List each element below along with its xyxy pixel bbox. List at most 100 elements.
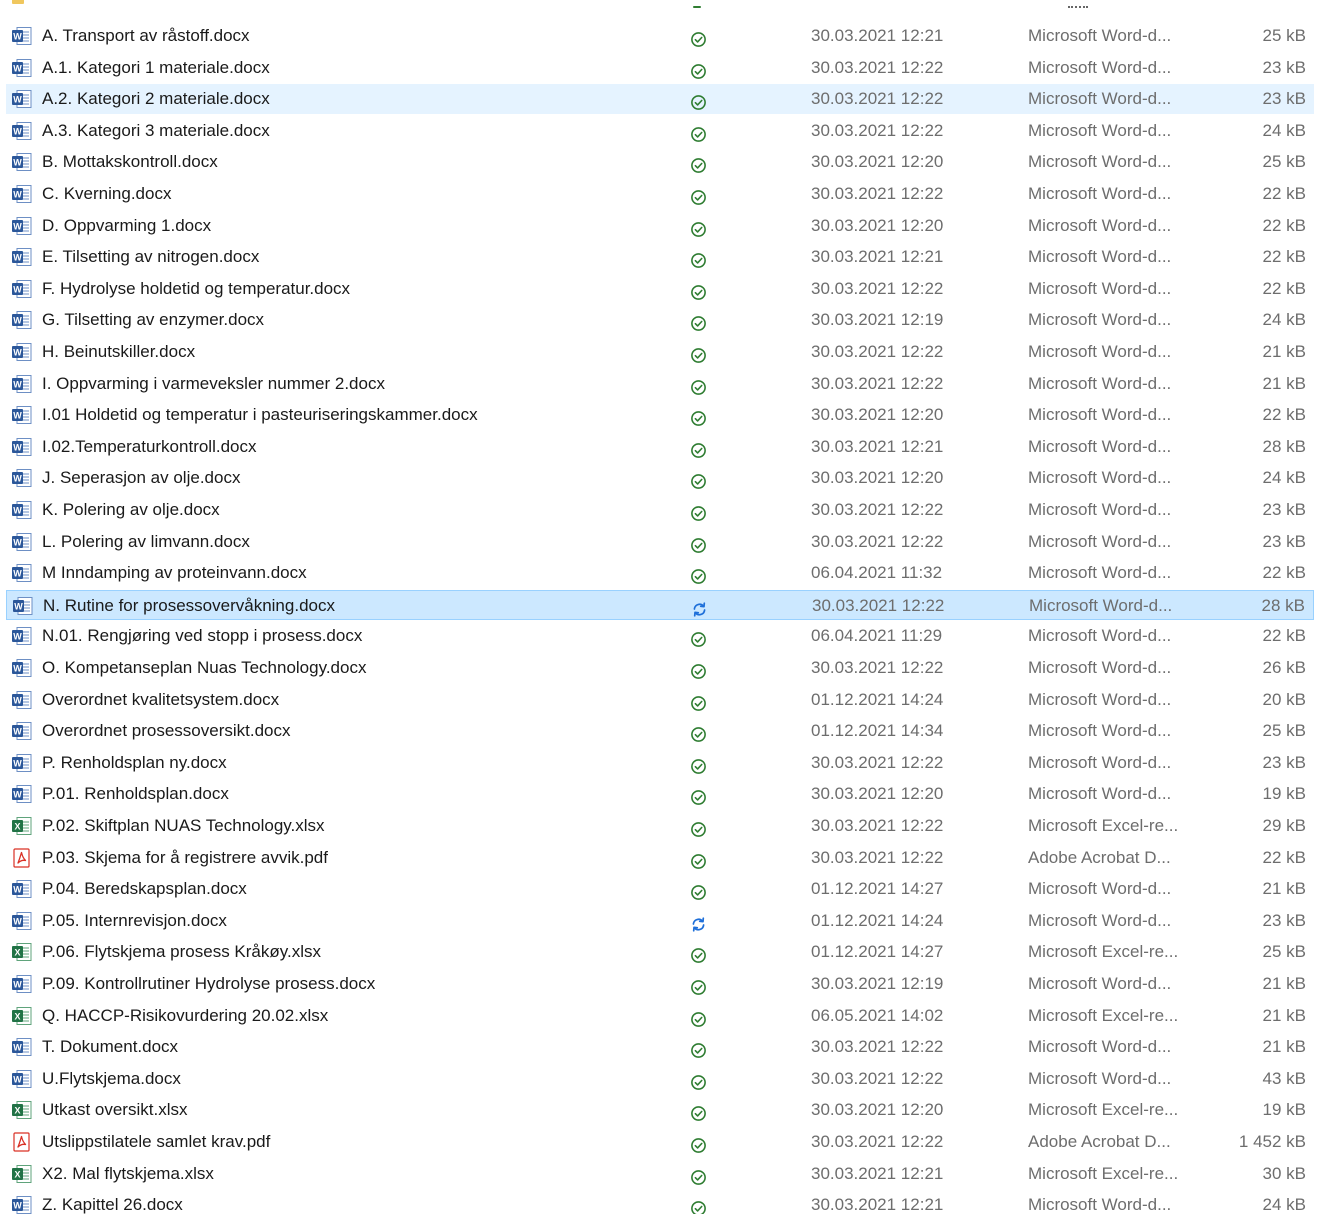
- file-row[interactable]: W A.1. Kategori 1 materiale.docx 30.03.2…: [6, 53, 1314, 83]
- file-row[interactable]: W P. Renholdsplan ny.docx 30.03.2021 12:…: [6, 748, 1314, 778]
- file-row[interactable]: W I.02.Temperaturkontroll.docx 30.03.202…: [6, 432, 1314, 462]
- file-name[interactable]: E. Tilsetting av nitrogen.docx: [42, 242, 259, 272]
- word-icon: W: [11, 974, 33, 994]
- file-name[interactable]: D. Oppvarming 1.docx: [42, 211, 211, 241]
- file-row[interactable]: W C. Kverning.docx 30.03.2021 12:22 Micr…: [6, 179, 1314, 209]
- file-row[interactable]: W I.01 Holdetid og temperatur i pasteuri…: [6, 400, 1314, 430]
- file-row[interactable]: W P.04. Beredskapsplan.docx 01.12.2021 1…: [6, 874, 1314, 904]
- file-row[interactable]: W Overordnet prosessoversikt.docx 01.12.…: [6, 716, 1314, 746]
- file-row[interactable]: X Utkast oversikt.xlsx 30.03.2021 12:20 …: [6, 1095, 1314, 1125]
- file-date-modified: 01.12.2021 14:34: [811, 721, 944, 740]
- synced-check-icon: [690, 534, 707, 553]
- file-date-modified: 30.03.2021 12:21: [811, 437, 944, 456]
- file-row[interactable]: W B. Mottakskontroll.docx 30.03.2021 12:…: [6, 147, 1314, 177]
- file-row[interactable]: X P.06. Flytskjema prosess Kråkøy.xlsx 0…: [6, 937, 1314, 967]
- file-name[interactable]: Utslippstilatele samlet krav.pdf: [42, 1127, 270, 1157]
- file-name[interactable]: N. Rutine for prosessovervåkning.docx: [43, 591, 335, 621]
- file-name[interactable]: P.01. Renholdsplan.docx: [42, 779, 229, 809]
- file-name[interactable]: A.2. Kategori 2 materiale.docx: [42, 84, 270, 114]
- file-name[interactable]: T. Dokument.docx: [42, 1032, 178, 1062]
- file-name[interactable]: Utkast oversikt.xlsx: [42, 1095, 187, 1125]
- file-name[interactable]: A.1. Kategori 1 materiale.docx: [42, 53, 270, 83]
- file-row[interactable]: W K. Polering av olje.docx 30.03.2021 12…: [6, 495, 1314, 525]
- file-name[interactable]: U.Flytskjema.docx: [42, 1064, 181, 1094]
- file-row[interactable]: W L. Polering av limvann.docx 30.03.2021…: [6, 527, 1314, 557]
- file-name[interactable]: P.09. Kontrollrutiner Hydrolyse prosess.…: [42, 969, 375, 999]
- svg-text:W: W: [13, 347, 22, 357]
- file-name[interactable]: H. Beinutskiller.docx: [42, 337, 195, 367]
- file-row[interactable]: W I. Oppvarming i varmeveksler nummer 2.…: [6, 369, 1314, 399]
- file-name[interactable]: Overordnet prosessoversikt.docx: [42, 716, 291, 746]
- sync-pending-icon: [690, 913, 707, 932]
- file-row[interactable]: W E. Tilsetting av nitrogen.docx 30.03.2…: [6, 242, 1314, 272]
- synced-check-icon: [690, 439, 707, 458]
- file-row[interactable]: W J. Seperasjon av olje.docx 30.03.2021 …: [6, 463, 1314, 493]
- svg-text:X: X: [14, 1011, 20, 1021]
- file-row[interactable]: W A. Transport av råstoff.docx 30.03.202…: [6, 21, 1314, 51]
- file-row[interactable]: X P.02. Skiftplan NUAS Technology.xlsx 3…: [6, 811, 1314, 841]
- file-name[interactable]: M Inndamping av proteinvann.docx: [42, 558, 307, 588]
- file-name[interactable]: F. Hydrolyse holdetid og temperatur.docx: [42, 274, 350, 304]
- file-name[interactable]: P.02. Skiftplan NUAS Technology.xlsx: [42, 811, 325, 841]
- synced-check-icon: [690, 218, 707, 237]
- file-size: 21 kB: [1262, 879, 1306, 898]
- file-type: Microsoft Word-d...: [1028, 500, 1172, 519]
- file-name[interactable]: P. Renholdsplan ny.docx: [42, 748, 227, 778]
- file-name[interactable]: A. Transport av råstoff.docx: [42, 21, 250, 51]
- file-name[interactable]: P.06. Flytskjema prosess Kråkøy.xlsx: [42, 937, 321, 967]
- synced-check-icon: [690, 123, 707, 142]
- file-name[interactable]: A.3. Kategori 3 materiale.docx: [42, 116, 270, 146]
- file-name[interactable]: B. Mottakskontroll.docx: [42, 147, 218, 177]
- file-type: Microsoft Word-d...: [1028, 784, 1172, 803]
- file-row[interactable]: P.03. Skjema for å registrere avvik.pdf …: [6, 843, 1314, 873]
- file-row[interactable]: W G. Tilsetting av enzymer.docx 30.03.20…: [6, 305, 1314, 335]
- file-row[interactable]: W P.01. Renholdsplan.docx 30.03.2021 12:…: [6, 779, 1314, 809]
- file-name[interactable]: N.01. Rengjøring ved stopp i prosess.doc…: [42, 621, 362, 651]
- file-row[interactable]: W Z. Kapittel 26.docx 30.03.2021 12:21 M…: [6, 1190, 1314, 1214]
- file-type: Microsoft Word-d...: [1028, 279, 1172, 298]
- synced-check-icon: [690, 28, 707, 47]
- file-row[interactable]: W P.05. Internrevisjon.docx 01.12.2021 1…: [6, 906, 1314, 936]
- file-name[interactable]: J. Seperasjon av olje.docx: [42, 463, 240, 493]
- file-row[interactable]: W N. Rutine for prosessovervåkning.docx …: [6, 590, 1314, 620]
- file-name[interactable]: I. Oppvarming i varmeveksler nummer 2.do…: [42, 369, 385, 399]
- file-name[interactable]: P.04. Beredskapsplan.docx: [42, 874, 247, 904]
- synced-check-icon: [690, 1039, 707, 1058]
- file-row[interactable]: X Q. HACCP-Risikovurdering 20.02.xlsx 06…: [6, 1001, 1314, 1031]
- file-row[interactable]: W D. Oppvarming 1.docx 30.03.2021 12:20 …: [6, 211, 1314, 241]
- file-name[interactable]: I.02.Temperaturkontroll.docx: [42, 432, 257, 462]
- file-name[interactable]: G. Tilsetting av enzymer.docx: [42, 305, 264, 335]
- file-name[interactable]: C. Kverning.docx: [42, 179, 171, 209]
- file-date-modified: 30.03.2021 12:19: [811, 974, 944, 993]
- file-name[interactable]: Overordnet kvalitetsystem.docx: [42, 685, 279, 715]
- file-row[interactable]: W P.09. Kontrollrutiner Hydrolyse proses…: [6, 969, 1314, 999]
- file-row[interactable]: W M Inndamping av proteinvann.docx 06.04…: [6, 558, 1314, 588]
- file-name[interactable]: L. Polering av limvann.docx: [42, 527, 250, 557]
- svg-text:W: W: [13, 726, 22, 736]
- file-name[interactable]: X2. Mal flytskjema.xlsx: [42, 1159, 214, 1189]
- file-name[interactable]: O. Kompetanseplan Nuas Technology.docx: [42, 653, 366, 683]
- file-name[interactable]: P.03. Skjema for å registrere avvik.pdf: [42, 843, 328, 873]
- file-row[interactable]: Utslippstilatele samlet krav.pdf 30.03.2…: [6, 1127, 1314, 1157]
- file-name[interactable]: K. Polering av olje.docx: [42, 495, 220, 525]
- file-row[interactable]: W T. Dokument.docx 30.03.2021 12:22 Micr…: [6, 1032, 1314, 1062]
- file-name[interactable]: Q. HACCP-Risikovurdering 20.02.xlsx: [42, 1001, 328, 1031]
- file-name[interactable]: P.05. Internrevisjon.docx: [42, 906, 227, 936]
- synced-check-icon: [690, 186, 707, 205]
- file-size: 26 kB: [1262, 658, 1306, 677]
- file-row[interactable]: W A.2. Kategori 2 materiale.docx 30.03.2…: [6, 84, 1314, 114]
- synced-check-icon: [690, 502, 707, 521]
- file-row[interactable]: W N.01. Rengjøring ved stopp i prosess.d…: [6, 621, 1314, 651]
- file-name[interactable]: Z. Kapittel 26.docx: [42, 1190, 183, 1214]
- svg-text:W: W: [13, 442, 22, 452]
- file-row[interactable]: W U.Flytskjema.docx 30.03.2021 12:22 Mic…: [6, 1064, 1314, 1094]
- file-row[interactable]: W Overordnet kvalitetsystem.docx 01.12.2…: [6, 685, 1314, 715]
- file-row[interactable]: W H. Beinutskiller.docx 30.03.2021 12:22…: [6, 337, 1314, 367]
- file-name[interactable]: I.01 Holdetid og temperatur i pasteurise…: [42, 400, 478, 430]
- file-date-modified: 30.03.2021 12:21: [811, 1164, 944, 1183]
- file-row[interactable]: W O. Kompetanseplan Nuas Technology.docx…: [6, 653, 1314, 683]
- file-row[interactable]: W F. Hydrolyse holdetid og temperatur.do…: [6, 274, 1314, 304]
- file-size: 22 kB: [1262, 184, 1306, 203]
- file-row[interactable]: X X2. Mal flytskjema.xlsx 30.03.2021 12:…: [6, 1159, 1314, 1189]
- file-row[interactable]: W A.3. Kategori 3 materiale.docx 30.03.2…: [6, 116, 1314, 146]
